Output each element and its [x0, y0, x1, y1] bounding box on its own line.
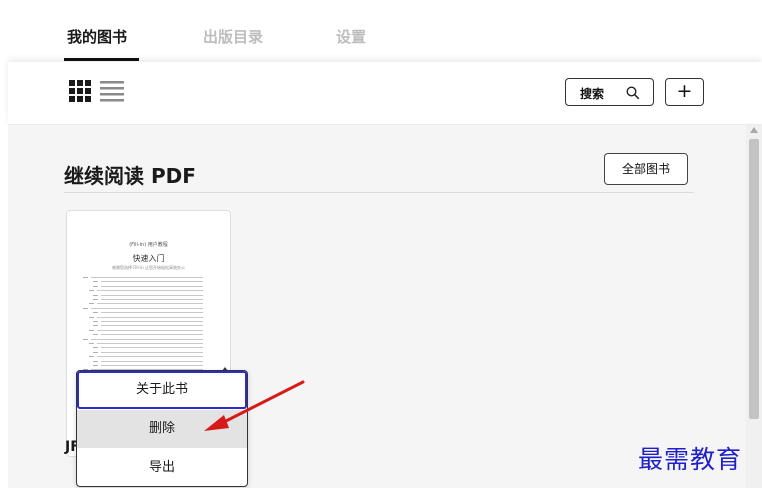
toc-entry-line — [91, 307, 203, 309]
toc-entry-number — [89, 290, 94, 292]
book-thumbnail-heading: 快速入门 — [132, 254, 165, 263]
toc-entry-line — [97, 343, 203, 344]
search-button[interactable]: 搜索 — [565, 78, 654, 106]
toc-entry-line — [97, 303, 203, 305]
toolbar: 搜索 + — [8, 62, 762, 125]
toc-entry-number — [89, 303, 94, 305]
top-tab-bar: 我的图书 出版目录 设置 — [0, 0, 762, 62]
toc-entry-line — [101, 321, 203, 322]
toc-entry-line — [91, 277, 203, 278]
toc-entry-number — [93, 334, 98, 336]
scroll-up-arrow-icon[interactable] — [750, 127, 758, 133]
search-icon — [626, 85, 640, 104]
tab-my-books[interactable]: 我的图书 — [67, 26, 127, 47]
section-divider — [64, 192, 694, 193]
book-context-menu: 关于此书 删除 导出 — [76, 370, 248, 487]
toc-entry-line — [97, 316, 203, 318]
toc-entry-number — [93, 285, 98, 287]
toc-entry-number — [93, 321, 98, 322]
toc-entry-line — [101, 365, 203, 366]
grid-view-icon[interactable] — [69, 80, 91, 102]
toc-entry-line — [101, 334, 203, 336]
toc-entry-number — [93, 299, 98, 300]
all-books-button[interactable]: 全部图书 — [604, 153, 688, 185]
toc-entry-number — [93, 294, 98, 296]
list-view-icon[interactable] — [100, 80, 124, 102]
toc-entry-line — [101, 281, 203, 283]
tab-settings[interactable]: 设置 — [336, 26, 366, 47]
toc-entry-number — [93, 312, 98, 314]
toc-entry-line — [101, 285, 203, 287]
active-tab-indicator — [64, 58, 139, 61]
menu-item-export[interactable]: 导出 — [77, 449, 247, 486]
toc-entry-line — [101, 312, 203, 314]
toc-entry-number — [83, 338, 88, 340]
toc-entry-number — [89, 329, 94, 331]
scrollbar-thumb[interactable] — [749, 139, 759, 419]
toc-entry-number — [89, 316, 94, 318]
toc-entry-line — [101, 351, 203, 353]
toc-entry-line — [97, 329, 203, 331]
toc-entry-number — [83, 277, 88, 278]
toc-entry-line — [97, 290, 203, 292]
toc-entry-line — [101, 299, 203, 300]
toc-entry-line — [101, 294, 203, 296]
toc-entry-number — [93, 365, 98, 366]
add-book-button[interactable]: + — [665, 78, 704, 106]
menu-item-delete[interactable]: 删除 — [77, 410, 247, 448]
toc-entry-number — [89, 356, 94, 358]
menu-item-about-book[interactable]: 关于此书 — [77, 371, 247, 409]
section-title: 继续阅读 PDF — [64, 164, 196, 188]
book-thumbnail-subtitle: 感谢您选择 Fill-in 让您开始轻松高效办公 — [112, 265, 185, 270]
toc-entry-number — [83, 307, 88, 309]
tab-catalog[interactable]: 出版目录 — [203, 26, 263, 47]
toc-entry-line — [101, 325, 203, 327]
search-button-label: 搜索 — [580, 87, 605, 101]
toc-entry-number — [93, 351, 98, 353]
toc-entry-number — [93, 360, 98, 362]
toc-entry-number — [89, 343, 94, 344]
toc-entry-number — [93, 347, 98, 349]
watermark-logo: 最需教育 — [638, 445, 743, 474]
toc-entry-line — [91, 338, 203, 340]
toc-entry-line — [97, 356, 203, 358]
toc-entry-line — [101, 360, 203, 362]
toc-entry-number — [93, 281, 98, 283]
toc-entry-number — [93, 325, 98, 327]
book-thumbnail-title: (Fill-in) 用户教程 — [129, 242, 168, 248]
toc-entry-line — [101, 347, 203, 349]
vertical-scrollbar[interactable] — [746, 125, 762, 488]
